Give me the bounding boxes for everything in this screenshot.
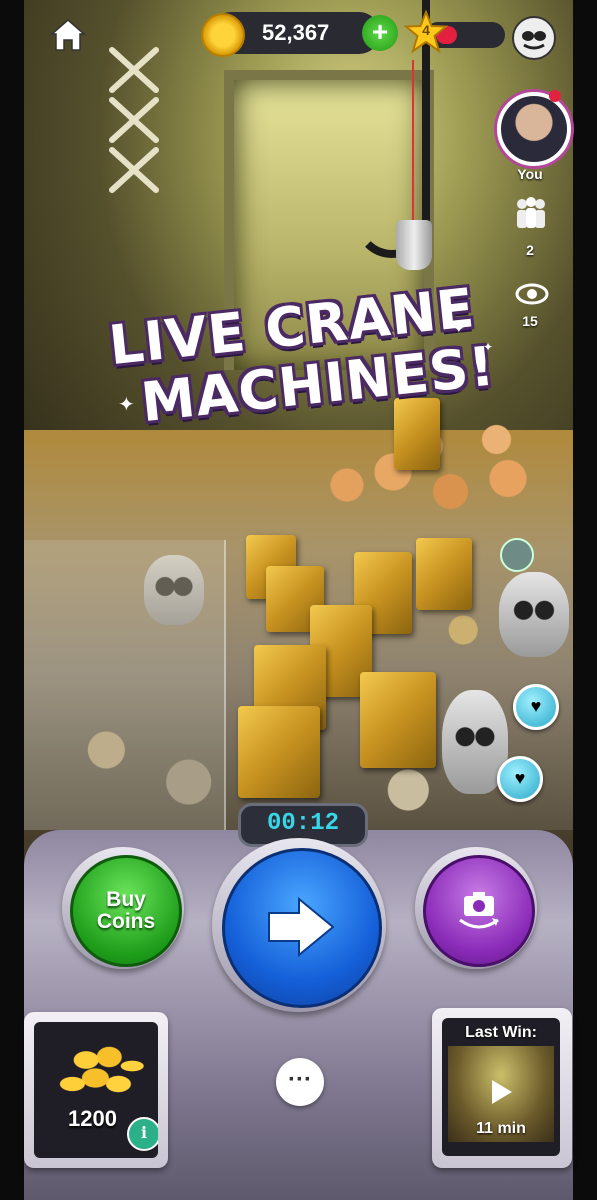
coin-pack-amount: 1200 (68, 1106, 117, 1131)
players-count: 2 (526, 242, 534, 258)
player-avatar[interactable] (497, 92, 571, 166)
coin-pack-card[interactable]: 1200 i (24, 1012, 168, 1168)
coin-pack-inner: 1200 i (34, 1022, 158, 1158)
sparkle-icon: ✦ (118, 394, 135, 416)
chat-bubble-icon: ··· (288, 1066, 312, 1093)
gold-cube (238, 706, 320, 798)
info-button[interactable]: i (127, 1117, 158, 1151)
glass-barrier (24, 540, 226, 830)
you-label: You (517, 166, 543, 182)
coin-icon (201, 13, 245, 57)
last-win-time: 11 min (476, 1120, 526, 1137)
coin-balance: 52,367 (262, 20, 330, 45)
coins-label: Coins (96, 910, 156, 933)
ghost-emoji-button[interactable] (500, 538, 534, 572)
play-icon[interactable] (482, 1074, 518, 1110)
switch-camera-button[interactable] (423, 855, 535, 967)
home-icon[interactable] (48, 16, 88, 56)
silver-skull (499, 572, 569, 657)
gold-cube (416, 538, 472, 610)
crane-claw (396, 220, 432, 270)
love-emoji-button[interactable]: ♥ (497, 756, 543, 802)
players-icon (517, 197, 545, 228)
last-win-title: Last Win: (465, 1024, 537, 1041)
viewers-count: 15 (522, 313, 538, 329)
gold-cube (360, 672, 436, 768)
sparkle-icon: ✦ (453, 320, 465, 336)
profile-mask-icon[interactable] (512, 16, 556, 60)
drop-claw-button[interactable] (222, 848, 382, 1008)
gold-cube (394, 398, 440, 470)
camera-rotate-icon (459, 892, 499, 929)
buy-coins-button[interactable]: Buy Coins (70, 855, 182, 967)
eye-icon (515, 283, 549, 305)
claw-laser-line (412, 60, 414, 240)
notification-dot (549, 90, 561, 102)
chat-button[interactable]: ··· (276, 1058, 324, 1106)
gold-coins-image (54, 1042, 146, 1102)
player-level: 4 (422, 22, 430, 38)
sparkle-icon: ✦ (483, 340, 494, 354)
last-win-inner: Last Win: 11 min (442, 1018, 560, 1156)
love-emoji-button[interactable]: ♥ (513, 684, 559, 730)
arrow-right-icon (268, 896, 335, 958)
crossbones-decoration (109, 47, 159, 193)
buy-label: Buy (106, 887, 146, 911)
last-win-card[interactable]: Last Win: 11 min (432, 1008, 572, 1168)
add-coins-button[interactable]: + (362, 15, 398, 51)
